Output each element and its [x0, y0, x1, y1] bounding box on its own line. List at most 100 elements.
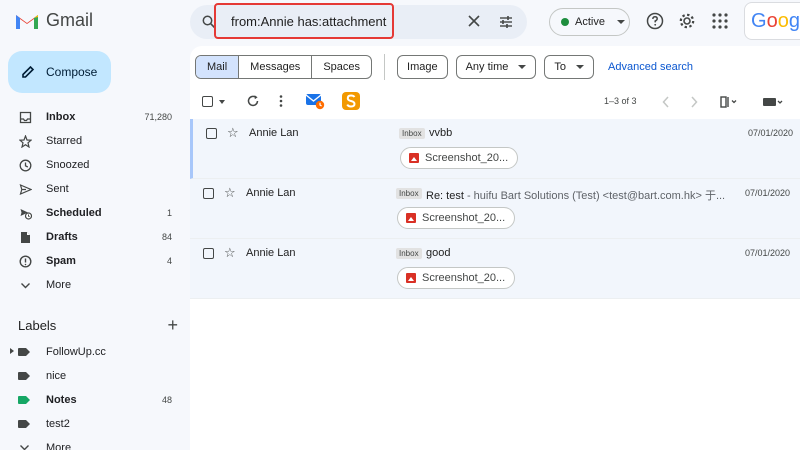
email-subject-line: Re: test - huifu Bart Solutions (Test) <…: [426, 187, 725, 203]
label-name: Notes: [46, 394, 77, 406]
segment-messages[interactable]: Messages: [239, 56, 313, 78]
refresh-icon[interactable]: [246, 94, 260, 108]
chevron-left-icon[interactable]: [662, 96, 670, 108]
filter-chip-image[interactable]: Image: [397, 55, 448, 79]
label-item-test2[interactable]: test2: [0, 412, 190, 436]
sidebar-item-more[interactable]: More: [0, 273, 190, 297]
sidebar-item-label: More: [46, 279, 72, 291]
sidebar-item-label: Inbox: [46, 111, 76, 123]
email-date: 07/01/2020: [748, 128, 794, 138]
sidebar-item-starred[interactable]: Starred: [0, 129, 190, 153]
chevron-down-icon: [616, 20, 625, 24]
inbox-badge: Inbox: [396, 248, 422, 259]
sidebar-item-label: Starred: [46, 135, 83, 147]
select-all-checkbox[interactable]: [202, 96, 213, 107]
star-icon[interactable]: ☆: [227, 126, 239, 139]
sidebar-item-label: Spam: [46, 255, 76, 267]
filter-chip-to[interactable]: To: [544, 55, 595, 79]
help-icon[interactable]: [646, 12, 664, 30]
status-label: Active: [575, 16, 605, 28]
label-item-nice[interactable]: nice: [0, 364, 190, 388]
inbox-badge: Inbox: [399, 128, 425, 139]
email-subject: vvbb: [429, 127, 453, 139]
sidebar-item-label: Snoozed: [46, 159, 90, 171]
status-dot: [561, 18, 569, 26]
apps-grid-icon[interactable]: [711, 12, 729, 30]
label-item-notes[interactable]: Notes 48: [0, 388, 190, 412]
row-checkbox[interactable]: [203, 188, 214, 199]
email-subject: Re: test: [426, 190, 464, 202]
label-tag-icon: [18, 348, 30, 356]
label-list: FollowUp.cc nice Notes 48 test2 More: [0, 340, 190, 450]
s-extension-icon[interactable]: [341, 91, 361, 111]
select-dropdown-icon[interactable]: [219, 100, 225, 104]
pagination-text: 1–3 of 3: [604, 96, 637, 106]
split-pane-icon[interactable]: [720, 96, 738, 108]
search-options-icon[interactable]: [498, 14, 514, 30]
clear-search-icon[interactable]: [467, 14, 481, 28]
segment-mail[interactable]: Mail: [196, 56, 240, 78]
attachment-chip[interactable]: Screenshot_20...: [397, 267, 515, 289]
row-checkbox[interactable]: [203, 248, 214, 259]
unread-count: 71,280: [144, 112, 172, 122]
followup-extension-icon[interactable]: [305, 92, 325, 110]
sidebar-item-scheduled[interactable]: Scheduled 1: [0, 201, 190, 225]
email-subject: good: [426, 247, 451, 259]
inbox-icon: [18, 110, 32, 124]
label-tag-icon: [18, 420, 30, 428]
chevron-right-icon[interactable]: [690, 96, 698, 108]
google-account-logo[interactable]: Googl: [744, 2, 800, 40]
image-file-icon: [406, 213, 416, 223]
email-subject-line: vvbb: [429, 127, 452, 139]
send-icon: [18, 182, 32, 196]
add-label-icon[interactable]: +: [167, 316, 178, 334]
sidebar-item-drafts[interactable]: Drafts 84: [0, 225, 190, 249]
nav-list: Inbox 71,280 Starred Snoozed Sent Scheduled 1 D…: [0, 105, 190, 297]
sidebar-item-sent[interactable]: Sent: [0, 177, 190, 201]
clock-icon: [18, 158, 32, 172]
chevron-down-icon: [518, 65, 527, 69]
pencil-icon: [22, 65, 35, 78]
chip-label: Any time: [465, 61, 509, 73]
chevron-down-icon: [18, 441, 32, 450]
filter-chip-any-time[interactable]: Any time: [455, 55, 537, 79]
attachment-chip[interactable]: Screenshot_20...: [397, 207, 515, 229]
google-logo-text: Googl: [751, 10, 800, 32]
star-icon[interactable]: ☆: [224, 246, 236, 259]
compose-label: Compose: [46, 65, 98, 79]
attachment-name: Screenshot_20...: [422, 272, 506, 284]
gear-icon[interactable]: [678, 12, 696, 30]
sidebar: Gmail Compose Inbox 71,280 Starred Snoozed S…: [0, 0, 190, 450]
sidebar-item-spam[interactable]: Spam 4: [0, 249, 190, 273]
row-checkbox[interactable]: [206, 128, 217, 139]
sidebar-item-snoozed[interactable]: Snoozed: [0, 153, 190, 177]
more-options-icon[interactable]: [278, 94, 284, 108]
label-name: More: [46, 442, 72, 450]
advanced-search-link[interactable]: Advanced search: [608, 61, 693, 73]
sidebar-item-inbox[interactable]: Inbox 71,280: [0, 105, 190, 129]
search-input[interactable]: from:Annie has:attachment: [214, 3, 394, 39]
segment-spaces[interactable]: Spaces: [312, 56, 371, 78]
compose-button[interactable]: Compose: [8, 51, 111, 93]
status-button[interactable]: Active: [549, 8, 630, 36]
image-file-icon: [409, 153, 419, 163]
labels-header: Labels +: [18, 316, 178, 334]
keyboard-icon[interactable]: [762, 96, 784, 108]
mail-list-panel: Mail Messages Spaces Image Any time To Advan…: [190, 46, 800, 450]
chevron-down-icon: [18, 278, 32, 292]
label-item-followup-cc[interactable]: FollowUp.cc: [0, 340, 190, 364]
email-row[interactable]: ☆ Annie Lan Inbox good 07/01/2020 Screenshot_…: [190, 239, 800, 299]
label-name: nice: [46, 370, 67, 382]
divider: [384, 54, 386, 80]
expand-caret-icon[interactable]: [10, 348, 14, 354]
unread-count: 84: [161, 232, 172, 242]
label-item-more[interactable]: More: [0, 436, 190, 450]
gmail-logo[interactable]: Gmail: [14, 10, 93, 31]
star-icon[interactable]: ☆: [224, 186, 236, 199]
mail-type-segments: Mail Messages Spaces: [195, 55, 373, 79]
spam-icon: [18, 254, 32, 268]
attachment-name: Screenshot_20...: [425, 152, 509, 164]
email-row[interactable]: ☆ Annie Lan Inbox vvbb 07/01/2020 Screenshot_…: [190, 119, 800, 179]
email-row[interactable]: ☆ Annie Lan Inbox Re: test - huifu Bart Sol…: [190, 179, 800, 239]
attachment-chip[interactable]: Screenshot_20...: [400, 147, 518, 169]
